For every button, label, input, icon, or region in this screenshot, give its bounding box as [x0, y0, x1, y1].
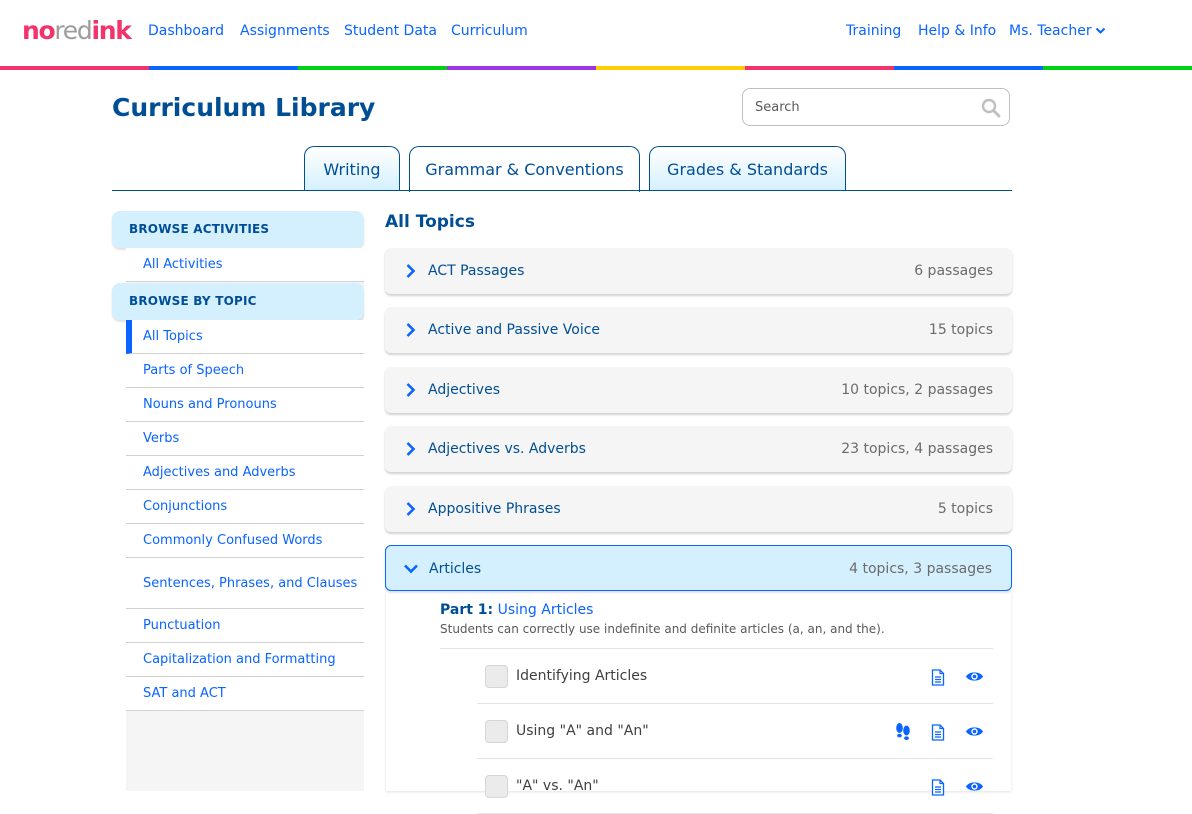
tab-grammar-conventions[interactable]: Grammar & Conventions [409, 146, 640, 192]
noredink-logo[interactable]: noredink [22, 14, 132, 48]
activity-checkbox[interactable] [485, 775, 508, 798]
tab-underline [112, 190, 1012, 191]
eye-icon[interactable] [965, 670, 984, 683]
chevron-right-icon [406, 323, 416, 337]
sidebar-item-all-activities[interactable]: All Activities [126, 248, 364, 282]
activity-name: Identifying Articles [516, 668, 648, 684]
sidebar-item-capitalization-formatting[interactable]: Capitalization and Formatting [126, 643, 364, 677]
topic-count: 15 topics [928, 322, 993, 338]
topic-count: 10 topics, 2 passages [841, 382, 993, 398]
topic-name: Adjectives vs. Adverbs [428, 441, 586, 457]
part-description: Students can correctly use indefinite an… [440, 622, 885, 636]
nav-link-assignments[interactable]: Assignments [240, 22, 330, 40]
footsteps-icon[interactable] [895, 722, 911, 741]
page-title: Curriculum Library [112, 93, 376, 122]
topic-count: 5 topics [937, 501, 993, 517]
rainbow-segment [596, 66, 745, 70]
eye-icon[interactable] [965, 780, 984, 793]
doc-icon[interactable] [931, 669, 945, 686]
sidebar-item-conjunctions[interactable]: Conjunctions [126, 490, 364, 524]
chevron-right-icon [406, 264, 416, 278]
search-box[interactable] [742, 88, 1010, 126]
sidebar-item-punctuation[interactable]: Punctuation [126, 609, 364, 643]
sidebar-item-sentences-phrases-clauses[interactable]: Sentences, Phrases, and Clauses [126, 558, 364, 609]
tab-grades-standards[interactable]: Grades & Standards [649, 146, 846, 191]
rainbow-segment [894, 66, 1043, 70]
nav-link-dashboard[interactable]: Dashboard [148, 22, 224, 40]
topic-row-adjectives-vs-adverbs[interactable]: Adjectives vs. Adverbs 23 topics, 4 pass… [385, 426, 1012, 472]
activity-row: "A" vs. "An" [477, 759, 993, 814]
activity-row: Identifying Articles [477, 649, 993, 704]
topic-row-appositive-phrases[interactable]: Appositive Phrases 5 topics [385, 486, 1012, 532]
topic-row-articles[interactable]: Articles 4 topics, 3 passages [385, 545, 1012, 591]
rainbow-segment [298, 66, 447, 70]
sidebar-item-nouns-pronouns[interactable]: Nouns and Pronouns [126, 388, 364, 422]
topic-name: Active and Passive Voice [428, 322, 601, 338]
chevron-down-icon [404, 564, 418, 574]
nav-link-training[interactable]: Training [846, 22, 901, 40]
sidebar-item-verbs[interactable]: Verbs [126, 422, 364, 456]
rainbow-segment [1043, 66, 1192, 70]
activity-checkbox[interactable] [485, 720, 508, 743]
rainbow-segment [745, 66, 894, 70]
tab-writing[interactable]: Writing [304, 146, 400, 191]
topic-name: Articles [429, 561, 482, 577]
top-navigation: noredink Dashboard Assignments Student D… [0, 0, 1192, 66]
chevron-down-icon [1095, 27, 1105, 34]
user-menu-label: Ms. Teacher [1009, 23, 1092, 39]
user-menu[interactable]: Ms. Teacher [1009, 22, 1106, 40]
topic-row-adjectives[interactable]: Adjectives 10 topics, 2 passages [385, 367, 1012, 413]
nav-link-curriculum[interactable]: Curriculum [451, 22, 528, 40]
part-label: Part 1: [440, 602, 494, 618]
section-heading: All Topics [385, 212, 475, 232]
rainbow-segment [0, 66, 149, 70]
activity-row: Using "A" and "An" [477, 704, 993, 759]
doc-icon[interactable] [931, 779, 945, 796]
doc-icon[interactable] [931, 724, 945, 741]
topic-name: Appositive Phrases [428, 501, 561, 517]
sidebar-item-all-topics[interactable]: All Topics [126, 320, 364, 354]
chevron-right-icon [406, 383, 416, 397]
nav-link-help-info[interactable]: Help & Info [918, 22, 996, 40]
chevron-right-icon [406, 502, 416, 516]
browse-by-topic-heading: BROWSE BY TOPIC [112, 283, 364, 320]
sidebar-item-adjectives-adverbs[interactable]: Adjectives and Adverbs [126, 456, 364, 490]
sidebar-item-sat-act[interactable]: SAT and ACT [126, 677, 364, 711]
topic-name: ACT Passages [428, 263, 525, 279]
chevron-right-icon [406, 442, 416, 456]
activity-checkbox[interactable] [485, 665, 508, 688]
rainbow-segment [447, 66, 596, 70]
topic-name: Adjectives [428, 382, 500, 398]
search-icon[interactable] [981, 98, 1001, 118]
part-heading: Part 1: Using Articles [440, 601, 593, 619]
activity-name: Using "A" and "An" [516, 723, 649, 739]
activity-name: "A" vs. "An" [516, 778, 599, 794]
rainbow-segment [149, 66, 298, 70]
rainbow-divider [0, 66, 1192, 70]
topic-row-act-passages[interactable]: ACT Passages 6 passages [385, 248, 1012, 294]
part-title: Using Articles [497, 602, 594, 618]
nav-link-student-data[interactable]: Student Data [344, 22, 437, 40]
topic-count: 4 topics, 3 passages [849, 561, 992, 577]
sidebar-item-commonly-confused-words[interactable]: Commonly Confused Words [126, 524, 364, 558]
sidebar-item-parts-of-speech[interactable]: Parts of Speech [126, 354, 364, 388]
topic-count: 23 topics, 4 passages [841, 441, 993, 457]
search-input[interactable] [743, 89, 973, 125]
browse-activities-heading: BROWSE ACTIVITIES [112, 211, 364, 248]
topic-count: 6 passages [914, 263, 993, 279]
topic-row-active-passive-voice[interactable]: Active and Passive Voice 15 topics [385, 307, 1012, 353]
eye-icon[interactable] [965, 725, 984, 738]
